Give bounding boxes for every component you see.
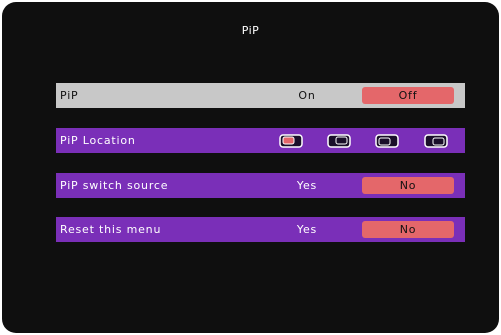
row-label-pip-location: PiP Location — [60, 134, 136, 147]
option-no[interactable]: No — [362, 221, 454, 238]
menu-row-pip-switch-source[interactable]: PiP switch source Yes No — [56, 173, 465, 198]
row-label-pip-switch-source: PiP switch source — [60, 179, 169, 192]
menu-row-reset[interactable]: Reset this menu Yes No — [56, 217, 465, 242]
option-yes[interactable]: Yes — [281, 217, 333, 242]
row-label-pip: PiP — [60, 89, 79, 102]
menu-row-pip-location[interactable]: PiP Location — [56, 128, 465, 153]
option-off[interactable]: Off — [362, 87, 454, 104]
menu-row-pip[interactable]: PiP On Off — [56, 83, 465, 108]
option-no[interactable]: No — [362, 177, 454, 194]
location-top-left-icon[interactable] — [279, 134, 303, 148]
row-label-reset: Reset this menu — [60, 223, 162, 236]
location-bottom-right-icon[interactable] — [424, 134, 448, 148]
location-bottom-left-icon[interactable] — [375, 134, 399, 148]
location-top-right-icon[interactable] — [327, 134, 351, 148]
option-yes[interactable]: Yes — [281, 173, 333, 198]
osd-panel — [2, 2, 499, 333]
option-on[interactable]: On — [281, 83, 333, 108]
menu-title: PiP — [241, 24, 260, 37]
